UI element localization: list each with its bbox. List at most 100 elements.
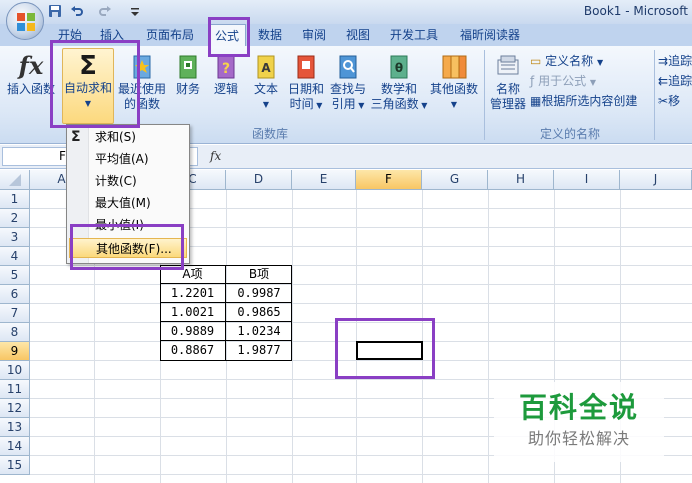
column-header-e[interactable]: E <box>292 170 356 190</box>
name-manager-icon <box>497 55 519 75</box>
table-cell[interactable]: 1.0021 <box>160 303 226 322</box>
table-cell[interactable]: 0.9889 <box>160 322 226 341</box>
fx-icon[interactable]: fx <box>210 149 221 163</box>
tab-view[interactable]: 视图 <box>340 24 376 46</box>
svg-text:A: A <box>261 61 271 75</box>
sigma-icon: Σ <box>71 129 81 145</box>
defined-names-group-label: 定义的名称 <box>539 127 600 141</box>
name-manager-button[interactable]: 名称 管理器 <box>488 50 528 120</box>
formula-icon: ƒ <box>530 74 535 88</box>
row-header-12[interactable]: 12 <box>0 399 30 418</box>
gridline-horizontal <box>30 379 692 380</box>
trace-precedents-button[interactable]: ⇉追踪 <box>658 52 692 70</box>
gridline-horizontal <box>30 284 692 285</box>
row-header-9[interactable]: 9 <box>0 342 30 361</box>
financial-button[interactable]: 财务 <box>170 50 206 120</box>
row-header-13[interactable]: 13 <box>0 418 30 437</box>
annotation-box-active-cell <box>335 318 435 379</box>
gridline-vertical <box>488 190 489 483</box>
row-header-10[interactable]: 10 <box>0 361 30 380</box>
text-book-icon: A <box>257 55 275 79</box>
group-separator <box>654 50 655 140</box>
column-header-i[interactable]: I <box>554 170 620 190</box>
finance-book-icon <box>179 55 197 79</box>
text-functions-button[interactable]: A 文本 ▼ <box>248 50 284 120</box>
define-name-button[interactable]: ▭ 定义名称 ▼ <box>530 52 603 70</box>
svg-text:θ: θ <box>395 61 403 75</box>
calendar-book-icon <box>297 55 315 79</box>
select-all-corner[interactable] <box>0 170 30 190</box>
menu-item-average[interactable]: 平均值(A) <box>95 149 149 169</box>
title-bar: Book1 - Microsoft <box>0 0 692 24</box>
watermark-subtitle: 助你轻松解决 <box>527 429 630 448</box>
save-icon[interactable] <box>48 4 62 18</box>
row-header-4[interactable]: 4 <box>0 247 30 266</box>
lookup-reference-button[interactable]: 查找与 引用 ▼ <box>328 50 368 120</box>
row-header-11[interactable]: 11 <box>0 380 30 399</box>
trace-dependents-button[interactable]: ⇇追踪 <box>658 72 692 90</box>
row-header-2[interactable]: 2 <box>0 209 30 228</box>
row-header-1[interactable]: 1 <box>0 190 30 209</box>
office-button[interactable] <box>6 2 44 40</box>
office-logo-icon <box>17 13 35 31</box>
chevron-down-icon: ▼ <box>262 100 270 109</box>
row-header-7[interactable]: 7 <box>0 304 30 323</box>
table-cell[interactable]: 1.2201 <box>160 284 226 303</box>
create-from-selection-button[interactable]: ▦根据所选内容创建 <box>530 92 637 110</box>
undo-icon[interactable] <box>70 4 84 18</box>
row-header-5[interactable]: 5 <box>0 266 30 285</box>
annotation-box-more-functions <box>70 224 184 270</box>
table-header-cell[interactable]: B项 <box>226 265 292 284</box>
trace-arrow-icon: ⇉ <box>658 54 669 68</box>
table-cell[interactable]: 0.8867 <box>160 341 226 360</box>
date-time-button[interactable]: 日期和 时间 ▼ <box>286 50 326 120</box>
tab-foxit[interactable]: 福昕阅读器 <box>452 24 528 46</box>
svg-text:?: ? <box>222 61 230 77</box>
gridline-horizontal <box>30 474 692 475</box>
column-header-f[interactable]: F <box>356 170 422 190</box>
use-in-formula-button[interactable]: ƒ 用于公式 ▼ <box>530 72 596 90</box>
column-header-j[interactable]: J <box>620 170 692 190</box>
customize-qat-icon[interactable] <box>130 4 140 18</box>
table-cell[interactable]: 1.0234 <box>226 322 292 341</box>
group-separator <box>484 50 485 140</box>
row-header-14[interactable]: 14 <box>0 437 30 456</box>
tab-review[interactable]: 审阅 <box>296 24 332 46</box>
row-header-15[interactable]: 15 <box>0 456 30 475</box>
column-header-h[interactable]: H <box>488 170 554 190</box>
tab-page-layout[interactable]: 页面布局 <box>138 24 202 46</box>
gridline-vertical <box>292 190 293 483</box>
chevron-down-icon: ▼ <box>450 100 458 109</box>
table-cell[interactable]: 0.9865 <box>226 303 292 322</box>
column-header-d[interactable]: D <box>226 170 292 190</box>
annotation-box-formulas-tab <box>208 17 250 57</box>
math-trig-button[interactable]: θ 数学和 三角函数 ▼ <box>370 50 428 120</box>
eraser-icon: ✂ <box>658 94 669 108</box>
theta-book-icon: θ <box>390 55 408 79</box>
table-cell[interactable]: 1.9877 <box>226 341 292 360</box>
tab-developer[interactable]: 开发工具 <box>384 24 444 46</box>
menu-item-max[interactable]: 最大值(M) <box>95 193 151 213</box>
column-header-g[interactable]: G <box>422 170 488 190</box>
chevron-down-icon: ▼ <box>597 58 604 67</box>
trace-arrow-icon: ⇇ <box>658 74 669 88</box>
row-header-6[interactable]: 6 <box>0 285 30 304</box>
row-header-8[interactable]: 8 <box>0 323 30 342</box>
magnifier-book-icon <box>339 55 357 79</box>
redo-icon[interactable] <box>98 4 112 18</box>
tab-data[interactable]: 数据 <box>252 24 288 46</box>
fx-icon: fx <box>18 51 44 80</box>
books-stack-icon <box>442 55 467 79</box>
table-cell[interactable]: 0.9987 <box>226 284 292 303</box>
watermark: 百科全说 助你轻松解决 <box>494 382 664 462</box>
gridline-horizontal <box>30 303 692 304</box>
remove-arrows-button[interactable]: ✂移 <box>658 92 680 110</box>
menu-item-sum[interactable]: 求和(S) <box>95 127 136 147</box>
menu-item-count[interactable]: 计数(C) <box>95 171 137 191</box>
logical-button[interactable]: ? 逻辑 <box>208 50 244 120</box>
chevron-down-icon: ▼ <box>418 101 428 110</box>
chevron-down-icon: ▼ <box>313 101 323 110</box>
other-functions-button[interactable]: 其他函数 ▼ <box>428 50 480 120</box>
row-header-3[interactable]: 3 <box>0 228 30 247</box>
grid-icon: ▦ <box>530 94 542 108</box>
